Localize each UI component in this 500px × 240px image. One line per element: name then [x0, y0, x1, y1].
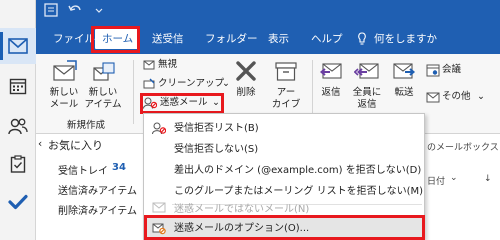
ribbon-separator	[133, 60, 134, 124]
menu-item-label: 受信拒否リスト(B)	[174, 123, 259, 134]
app-icon[interactable]	[44, 3, 58, 21]
folder-deleted[interactable]: 削除済みアイテム	[58, 202, 137, 217]
highlight-home-tab	[91, 26, 140, 53]
more-actions-label[interactable]: その他	[442, 90, 471, 104]
sort-by-date[interactable]: 日付	[427, 174, 445, 187]
ignore-label[interactable]: 無視	[158, 58, 177, 72]
menu-item-label: 受信拒否しない(S)	[174, 144, 259, 155]
more-dropdown-icon[interactable]: ⌄	[477, 90, 485, 104]
reply-all-label-2: 返信	[357, 99, 377, 110]
folder-pane: ‹ お気に入り 受信トレイ 34 送信済みアイテム 削除済みアイテム	[36, 134, 146, 240]
delete-icon[interactable]	[235, 60, 257, 85]
tab-view[interactable]: 表示	[268, 29, 289, 49]
new-mail-label-1: 新しい	[49, 87, 79, 98]
lightbulb-icon[interactable]	[357, 29, 367, 49]
new-mail-icon[interactable]	[52, 59, 78, 86]
reply-all-label-1: 全員に	[352, 87, 382, 98]
todo-check-icon[interactable]	[0, 184, 36, 220]
menu-item-never-block-sender[interactable]: 受信拒否しない(S)	[144, 139, 424, 160]
menu-item-label: 差出人のドメイン (@example.com) を拒否しない(D)	[174, 165, 422, 176]
undo-icon[interactable]	[68, 3, 82, 21]
archive-label-2: カイブ	[271, 99, 301, 110]
sort-arrow-icon[interactable]: ↓	[484, 174, 492, 184]
new-items-icon[interactable]	[91, 59, 117, 86]
meeting-label[interactable]: 会議	[442, 63, 461, 77]
forward-label: 転送	[394, 87, 414, 98]
tab-file[interactable]: ファイル	[53, 29, 95, 49]
mailbox-search-scope[interactable]: のメールボックス	[427, 140, 499, 153]
archive-icon[interactable]	[274, 60, 298, 85]
reply-label: 返信	[321, 87, 341, 98]
folder-sent[interactable]: 送信済みアイテム	[58, 182, 137, 197]
group-new-label: 新規作成	[66, 120, 105, 131]
title-bar	[36, 0, 500, 22]
highlight-junk-button	[140, 93, 224, 114]
meeting-icon[interactable]	[426, 63, 440, 80]
more-icon[interactable]	[94, 3, 104, 21]
tab-help[interactable]: ヘルプ	[311, 29, 343, 49]
reply-all-icon[interactable]	[353, 60, 380, 85]
tell-me-box[interactable]: 何をしますか	[374, 29, 437, 49]
left-nav-bar	[0, 0, 36, 240]
block-sender-icon	[152, 122, 167, 138]
delete-label: 削除	[236, 87, 256, 98]
menu-item-block-list[interactable]: 受信拒否リスト(B)	[144, 118, 424, 139]
calendar-icon[interactable]	[0, 68, 36, 104]
tab-send-receive[interactable]: 送受信	[152, 29, 184, 49]
people-icon[interactable]	[0, 108, 36, 144]
sort-dropdown-icon[interactable]: ⌄	[450, 173, 458, 183]
reply-icon[interactable]	[319, 60, 343, 85]
menu-item-not-junk: 迷惑メールではないメール(N)	[144, 195, 424, 216]
favorites-chevron-icon[interactable]: ‹	[38, 138, 42, 150]
highlight-junk-options	[144, 215, 425, 240]
cleanup-label[interactable]: クリーンアップ	[158, 77, 224, 91]
mail-icon[interactable]	[0, 28, 36, 64]
favorites-header[interactable]: お気に入り	[48, 137, 103, 153]
cleanup-icon[interactable]	[143, 78, 155, 93]
new-items-label-2: アイテム	[84, 99, 122, 110]
inbox-unread-count: 34	[112, 162, 126, 173]
forward-icon[interactable]	[392, 60, 416, 85]
new-mail-label-2: メール	[49, 99, 79, 110]
tasks-icon[interactable]	[0, 146, 36, 182]
folder-inbox[interactable]: 受信トレイ	[58, 162, 108, 177]
more-actions-icon[interactable]	[426, 90, 440, 107]
archive-label-1: アー	[276, 87, 296, 98]
ignore-icon[interactable]	[143, 59, 155, 74]
new-items-label-1: 新しい	[88, 87, 118, 98]
menu-item-never-block-domain[interactable]: 差出人のドメイン (@example.com) を拒否しない(D)	[144, 160, 424, 181]
tab-folder[interactable]: フォルダー	[205, 29, 258, 49]
